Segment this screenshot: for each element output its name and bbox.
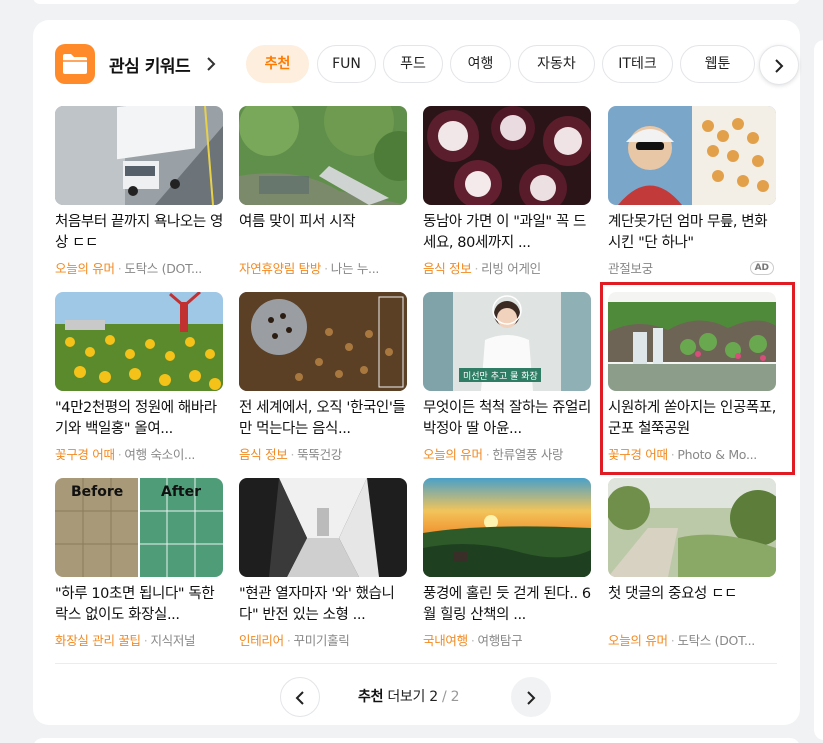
item-source[interactable]: 뚝뚝건강 xyxy=(297,447,342,462)
item-meta: 국내여행 · 여행탐구 xyxy=(423,633,523,648)
chip-webtoon[interactable]: 웹툰 xyxy=(680,45,755,83)
pagination: 추천 더보기 2 / 2 xyxy=(33,676,800,717)
ad-badge: AD xyxy=(749,261,774,275)
chevron-left-icon xyxy=(295,691,304,705)
next-card-edge xyxy=(33,738,800,743)
item-source[interactable]: 꾸미기홀릭 xyxy=(294,633,350,648)
keyword-card: 관심 키워드 추천 FUN 푸드 여행 자동차 IT테크 웹툰 처음부터 끝까지… xyxy=(33,20,800,725)
divider xyxy=(55,663,777,664)
item-source[interactable]: 여행탐구 xyxy=(478,633,523,648)
item-meta: 자연휴양림 탐방 · 나는 누... xyxy=(239,261,380,276)
content-item[interactable]: "4만2천평의 정원에 해바라기와 백일홍" 올여... 꽃구경 어때 · 여행 숙… xyxy=(55,292,223,463)
thumbnail-truck xyxy=(55,106,223,205)
item-source[interactable]: 관절보궁 xyxy=(608,261,653,276)
thumbnail-hallway xyxy=(239,478,407,577)
item-meta: 오늘의 유머 · 도탁스 (DOT... xyxy=(608,633,755,648)
thumbnail-grandma-nuts xyxy=(608,106,776,205)
thumbnail-bathroom-tiles: Before After xyxy=(55,478,223,577)
item-source[interactable]: 지식저널 xyxy=(150,633,195,648)
item-title: "현관 열자마자 '와' 했습니다" 반전 있는 소형 ... xyxy=(239,586,395,623)
after-caption: After xyxy=(161,484,201,500)
item-title: 전 세계에서, 오직 '한국인'들만 먹는다는 음식... xyxy=(239,400,406,437)
chip-fun[interactable]: FUN xyxy=(317,45,376,83)
thumbnail-sunrise-landscape xyxy=(423,478,591,577)
previous-page-button[interactable] xyxy=(280,677,320,717)
item-source[interactable]: 도탁스 (DOT... xyxy=(124,261,202,276)
content-item[interactable]: 풍경에 홀린 듯 걷게 된다.. 6월 힐링 산책의 ... 국내여행 · 여행탐구 xyxy=(423,478,591,649)
item-title: 계단못가던 엄마 무릎, 변화시킨 "단 하나" xyxy=(608,214,768,251)
item-meta: 인테리어 · 꾸미기홀릭 xyxy=(239,633,350,648)
item-title: 여름 맞이 피서 시작 xyxy=(239,214,356,230)
item-category[interactable]: 오늘의 유머 xyxy=(55,261,115,276)
pager-total: 2 xyxy=(450,689,460,705)
chip-food[interactable]: 푸드 xyxy=(383,45,443,83)
thumbnail-tv-show: 미선만 추고 물 화장 xyxy=(423,292,591,391)
section-title[interactable]: 관심 키워드 xyxy=(109,52,191,77)
pager-more[interactable]: 더보기 xyxy=(387,689,425,705)
chevron-right-icon xyxy=(527,691,536,705)
content-item[interactable]: 동남아 가면 이 "과일" 꼭 드세요, 80세까지 ... 음식 정보 · 리빙 … xyxy=(423,106,591,277)
thumbnail-forest-stream xyxy=(239,106,407,205)
item-category[interactable]: 국내여행 xyxy=(423,633,468,648)
content-item-ad[interactable]: 계단못가던 엄마 무릎, 변화시킨 "단 하나" 관절보궁 AD xyxy=(608,106,776,277)
item-meta: 음식 정보 · 리빙 어게인 xyxy=(423,261,541,276)
item-source[interactable]: 한류열풍 사랑 xyxy=(492,447,563,462)
chevron-right-icon[interactable] xyxy=(205,54,217,74)
item-source[interactable]: 리빙 어게인 xyxy=(481,261,541,276)
chip-travel[interactable]: 여행 xyxy=(450,45,511,83)
item-category[interactable]: 오늘의 유머 xyxy=(423,447,483,462)
content-item[interactable]: 여름 맞이 피서 시작 자연휴양림 탐방 · 나는 누... xyxy=(239,106,407,277)
item-category[interactable]: 꽃구경 어때 xyxy=(55,447,115,462)
chevron-right-icon xyxy=(775,59,784,73)
pager-section: 추천 xyxy=(358,689,384,705)
pagination-label: 추천 더보기 2 / 2 xyxy=(358,686,459,706)
thumbnail-mangosteen xyxy=(423,106,591,205)
item-title: 첫 댓글의 중요성 ㄷㄷ xyxy=(608,586,738,602)
tv-caption: 미선만 추고 물 화장 xyxy=(463,371,538,382)
item-source[interactable]: 도탁스 (DOT... xyxy=(677,633,755,648)
thumbnail-sunflowers xyxy=(55,292,223,391)
item-title: 무엇이든 척척 잘하는 쥬얼리 박정아 딸 아윤... xyxy=(423,400,591,437)
item-meta: 음식 정보 · 뚝뚝건강 xyxy=(239,447,342,462)
item-title: 풍경에 홀린 듯 걷게 된다.. 6월 힐링 산책의 ... xyxy=(423,586,591,623)
highlight-box xyxy=(600,282,795,475)
content-item[interactable]: "현관 열자마자 '와' 했습니다" 반전 있는 소형 ... 인테리어 · 꾸미기… xyxy=(239,478,407,649)
item-meta: 오늘의 유머 · 도탁스 (DOT... xyxy=(55,261,202,276)
chip-car[interactable]: 자동차 xyxy=(518,45,595,83)
item-meta: 오늘의 유머 · 한류열풍 사랑 xyxy=(423,447,564,462)
item-source[interactable]: 나는 누... xyxy=(331,261,380,276)
item-meta: 꽃구경 어때 · 여행 숙소이... xyxy=(55,447,196,462)
content-item[interactable]: 미선만 추고 물 화장 무엇이든 척척 잘하는 쥬얼리 박정아 딸 아윤... … xyxy=(423,292,591,463)
chip-recommended[interactable]: 추천 xyxy=(246,45,309,83)
item-category[interactable]: 자연휴양림 탐방 xyxy=(239,261,321,276)
item-category[interactable]: 화장실 관리 꿀팁 xyxy=(55,633,141,648)
item-category[interactable]: 음식 정보 xyxy=(423,261,472,276)
keyword-header: 관심 키워드 추천 FUN 푸드 여행 자동차 IT테크 웹툰 xyxy=(55,44,799,85)
thumbnail-garden-path xyxy=(608,478,776,577)
content-item[interactable]: Before After "하루 10초면 됩니다" 독한 락스 없이도 화장실… xyxy=(55,478,223,649)
thumbnail-roasted-grain xyxy=(239,292,407,391)
folder-icon xyxy=(55,44,95,84)
item-title: "4만2천평의 정원에 해바라기와 백일홍" 올여... xyxy=(55,400,217,437)
side-panel-edge xyxy=(814,40,823,740)
chips-next-button[interactable] xyxy=(759,45,799,85)
item-meta: 화장실 관리 꿀팁 · 지식저널 xyxy=(55,633,196,648)
item-category[interactable]: 인테리어 xyxy=(239,633,284,648)
item-category[interactable]: 오늘의 유머 xyxy=(608,633,668,648)
before-caption: Before xyxy=(71,484,123,500)
content-item[interactable]: 처음부터 끝까지 욕나오는 영상 ㄷㄷ 오늘의 유머 · 도탁스 (DOT... xyxy=(55,106,223,277)
item-title: 동남아 가면 이 "과일" 꼭 드세요, 80세까지 ... xyxy=(423,214,586,251)
pager-current: 2 xyxy=(429,689,438,705)
chip-it-tech[interactable]: IT테크 xyxy=(602,45,673,83)
item-source[interactable]: 여행 숙소이... xyxy=(124,447,195,462)
pager-separator: / xyxy=(442,689,447,705)
item-title: "하루 10초면 됩니다" 독한 락스 없이도 화장실... xyxy=(55,586,215,623)
item-title: 처음부터 끝까지 욕나오는 영상 ㄷㄷ xyxy=(55,214,223,251)
content-item[interactable]: 첫 댓글의 중요성 ㄷㄷ 오늘의 유머 · 도탁스 (DOT... xyxy=(608,478,776,649)
item-category[interactable]: 음식 정보 xyxy=(239,447,288,462)
previous-card-edge xyxy=(33,0,800,4)
content-item[interactable]: 전 세계에서, 오직 '한국인'들만 먹는다는 음식... 음식 정보 · 뚝뚝건강 xyxy=(239,292,407,463)
next-page-button[interactable] xyxy=(511,677,551,717)
